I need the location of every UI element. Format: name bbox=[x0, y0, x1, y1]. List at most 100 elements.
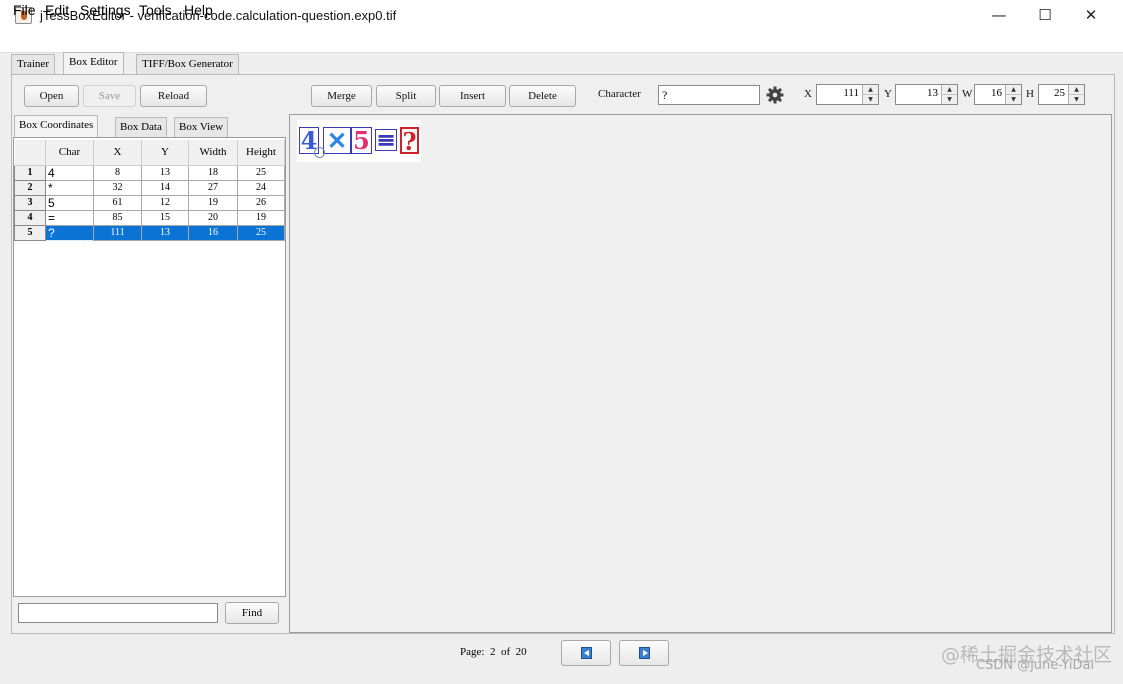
char-cell[interactable]: = bbox=[45, 209, 94, 226]
menu-file[interactable]: File bbox=[13, 2, 36, 18]
page-current: 2 bbox=[489, 646, 496, 658]
merge-button[interactable]: Merge bbox=[311, 85, 372, 107]
row-number: 5 bbox=[14, 224, 46, 241]
x-up-arrow-icon[interactable]: ▲ bbox=[863, 85, 878, 94]
page-indicator: Page: 2 of 20 bbox=[460, 646, 527, 658]
tab-tiff-box-generator[interactable]: TIFF/Box Generator bbox=[136, 54, 239, 74]
menu-settings[interactable]: Settings bbox=[80, 2, 131, 18]
previous-page-button[interactable] bbox=[561, 640, 611, 666]
maximize-button[interactable]: ☐ bbox=[1022, 0, 1068, 32]
y-cell[interactable]: 12 bbox=[141, 194, 189, 211]
y-cell[interactable]: 13 bbox=[141, 224, 189, 241]
h-down-arrow-icon[interactable]: ▼ bbox=[1069, 94, 1084, 103]
character-input[interactable]: ? bbox=[658, 85, 760, 105]
table-row-selected[interactable]: 5 ? 111 13 16 25 bbox=[14, 224, 285, 241]
width-cell[interactable]: 16 bbox=[188, 224, 238, 241]
y-cell[interactable]: 13 bbox=[141, 164, 189, 181]
open-button[interactable]: Open bbox=[24, 85, 79, 107]
y-cell[interactable]: 15 bbox=[141, 209, 189, 226]
row-number-header bbox=[14, 140, 46, 166]
delete-button[interactable]: Delete bbox=[509, 85, 576, 107]
tab-box-coordinates[interactable]: Box Coordinates bbox=[14, 115, 99, 137]
captcha-glyph-multiply[interactable]: ✕ bbox=[323, 127, 351, 154]
w-spinner[interactable]: 16 ▲ ▼ bbox=[974, 84, 1022, 105]
y-value: 13 bbox=[927, 87, 938, 99]
height-cell[interactable]: 25 bbox=[237, 224, 285, 241]
y-spinner[interactable]: 13 ▲ ▼ bbox=[895, 84, 958, 105]
captcha-glyph-question[interactable]: ? bbox=[400, 127, 419, 154]
y-up-arrow-icon[interactable]: ▲ bbox=[942, 85, 957, 94]
height-cell[interactable]: 19 bbox=[237, 209, 285, 226]
y-down-arrow-icon[interactable]: ▼ bbox=[942, 94, 957, 103]
width-cell[interactable]: 19 bbox=[188, 194, 238, 211]
x-value: 111 bbox=[843, 87, 859, 99]
width-column-header[interactable]: Width bbox=[188, 140, 238, 166]
x-cell[interactable]: 8 bbox=[93, 164, 142, 181]
height-cell[interactable]: 26 bbox=[237, 194, 285, 211]
tab-box-view[interactable]: Box View bbox=[174, 117, 229, 137]
w-label: W bbox=[962, 88, 973, 100]
save-button[interactable]: Save bbox=[83, 85, 136, 107]
x-cell[interactable]: 61 bbox=[93, 194, 142, 211]
char-column-header[interactable]: Char bbox=[45, 140, 94, 166]
char-cell[interactable]: 4 bbox=[45, 164, 94, 181]
table-row[interactable]: 2 * 32 14 27 24 bbox=[14, 179, 285, 196]
next-arrow-icon bbox=[639, 647, 650, 659]
table-row[interactable]: 3 5 61 12 19 26 bbox=[14, 194, 285, 211]
gear-icon[interactable] bbox=[766, 86, 784, 104]
next-page-button[interactable] bbox=[619, 640, 669, 666]
watermark-line-2: CSDN @june-YiDai bbox=[976, 658, 1095, 673]
height-cell[interactable]: 24 bbox=[237, 179, 285, 196]
char-cell[interactable]: ? bbox=[45, 224, 94, 241]
tab-trainer[interactable]: Trainer bbox=[11, 54, 55, 74]
minimize-button[interactable]: — bbox=[976, 0, 1022, 32]
x-cell[interactable]: 85 bbox=[93, 209, 142, 226]
height-cell[interactable]: 25 bbox=[237, 164, 285, 181]
menu-edit[interactable]: Edit bbox=[45, 2, 69, 18]
width-cell[interactable]: 20 bbox=[188, 209, 238, 226]
row-number: 2 bbox=[14, 179, 46, 196]
w-value: 16 bbox=[991, 87, 1002, 99]
width-cell[interactable]: 18 bbox=[188, 164, 238, 181]
table-row[interactable]: 1 4 8 13 18 25 bbox=[14, 164, 285, 181]
row-number: 3 bbox=[14, 194, 46, 211]
split-button[interactable]: Split bbox=[376, 85, 436, 107]
w-down-arrow-icon[interactable]: ▼ bbox=[1006, 94, 1021, 103]
page-of: of bbox=[500, 646, 511, 658]
w-up-arrow-icon[interactable]: ▲ bbox=[1006, 85, 1021, 94]
table-row[interactable]: 4 = 85 15 20 19 bbox=[14, 209, 285, 226]
insert-button[interactable]: Insert bbox=[439, 85, 506, 107]
captcha-glyph-5[interactable]: 5 bbox=[351, 127, 372, 154]
menu-tools[interactable]: Tools bbox=[139, 2, 172, 18]
character-label: Character bbox=[598, 88, 641, 100]
x-column-header[interactable]: X bbox=[93, 140, 142, 166]
cursor-circle-icon bbox=[314, 147, 325, 158]
height-column-header[interactable]: Height bbox=[237, 140, 285, 166]
row-number: 4 bbox=[14, 209, 46, 226]
y-cell[interactable]: 14 bbox=[141, 179, 189, 196]
char-cell[interactable]: 5 bbox=[45, 194, 94, 211]
tab-box-data[interactable]: Box Data bbox=[115, 117, 167, 137]
page-label: Page: bbox=[460, 646, 485, 658]
tab-box-editor[interactable]: Box Editor bbox=[63, 52, 124, 74]
find-button[interactable]: Find bbox=[225, 602, 279, 624]
menu-bar bbox=[0, 32, 1123, 53]
box-coordinates-table: Char X Y Width Height 1 4 8 13 18 25 2 *… bbox=[14, 140, 285, 241]
x-spinner[interactable]: 111 ▲ ▼ bbox=[816, 84, 879, 105]
h-spinner[interactable]: 25 ▲ ▼ bbox=[1038, 84, 1085, 105]
captcha-glyph-equals[interactable]: ≡ bbox=[375, 128, 397, 152]
close-button[interactable]: ✕ bbox=[1068, 0, 1114, 32]
y-column-header[interactable]: Y bbox=[141, 140, 189, 166]
x-cell[interactable]: 111 bbox=[93, 224, 142, 241]
char-cell[interactable]: * bbox=[45, 179, 94, 196]
x-cell[interactable]: 32 bbox=[93, 179, 142, 196]
menu-help[interactable]: Help bbox=[184, 2, 213, 18]
x-down-arrow-icon[interactable]: ▼ bbox=[863, 94, 878, 103]
image-canvas[interactable] bbox=[289, 114, 1112, 633]
h-value: 25 bbox=[1054, 87, 1065, 99]
h-label: H bbox=[1026, 88, 1034, 100]
reload-button[interactable]: Reload bbox=[140, 85, 207, 107]
h-up-arrow-icon[interactable]: ▲ bbox=[1069, 85, 1084, 94]
width-cell[interactable]: 27 bbox=[188, 179, 238, 196]
find-input[interactable] bbox=[18, 603, 218, 623]
